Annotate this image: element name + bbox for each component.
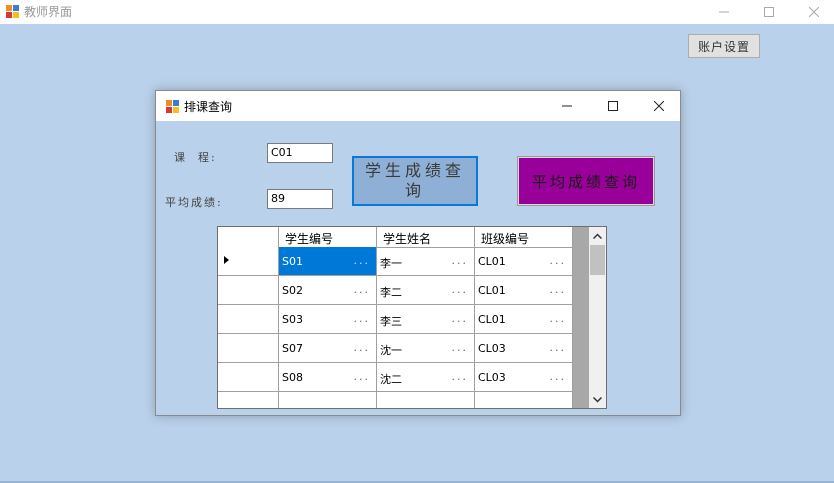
vertical-scrollbar[interactable] <box>589 227 606 408</box>
row-header[interactable] <box>218 363 279 392</box>
column-header[interactable]: 班级编号 <box>475 227 573 247</box>
row-header[interactable] <box>218 247 279 276</box>
close-button[interactable] <box>791 0 834 24</box>
minimize-button[interactable] <box>701 0 747 24</box>
table-cell[interactable]: 沈二... <box>377 363 475 392</box>
dialog-titlebar: 排课查询 <box>156 91 680 121</box>
account-settings-button[interactable]: 账户设置 <box>688 34 760 58</box>
grid-empty-area <box>573 227 589 408</box>
window-title: 教师界面 <box>24 5 73 19</box>
dialog-minimize-button[interactable] <box>544 91 590 121</box>
student-grid[interactable]: 学生编号 学生姓名 班级编号 S01... 李一... CL01... S02.… <box>217 226 607 409</box>
table-cell-partial[interactable] <box>377 392 475 408</box>
row-header[interactable] <box>218 276 279 305</box>
minimize-icon <box>562 105 572 107</box>
student-score-query-button[interactable]: 学生成绩查询 <box>352 156 478 206</box>
avg-score-query-button[interactable]: 平均成绩查询 <box>517 156 655 206</box>
dialog-app-icon <box>166 100 179 113</box>
chevron-up-icon <box>593 232 602 239</box>
table-cell-partial[interactable] <box>475 392 573 408</box>
schedule-query-dialog: 排课查询 课 程: C01 平均成绩: 89 学生成绩查询 平均成绩查询 学生编… <box>155 90 681 416</box>
app-icon <box>6 5 19 18</box>
column-header[interactable]: 学生姓名 <box>377 227 475 247</box>
table-cell[interactable]: S02... <box>279 276 377 305</box>
grid-corner-header <box>218 227 279 247</box>
close-icon <box>654 101 664 111</box>
table-cell[interactable]: 李二... <box>377 276 475 305</box>
table-cell[interactable]: CL01... <box>475 305 573 334</box>
table-cell[interactable]: S03... <box>279 305 377 334</box>
minimize-icon <box>719 11 729 13</box>
table-cell[interactable]: CL03... <box>475 334 573 363</box>
scroll-thumb[interactable] <box>590 245 605 275</box>
maximize-icon <box>764 7 774 17</box>
maximize-icon <box>608 101 618 111</box>
row-header[interactable] <box>218 392 279 408</box>
table-cell[interactable]: 李三... <box>377 305 475 334</box>
scroll-up-button[interactable] <box>589 227 606 244</box>
table-cell[interactable]: CL03... <box>475 363 573 392</box>
course-input[interactable]: C01 <box>267 143 333 163</box>
maximize-button[interactable] <box>746 0 792 24</box>
table-cell[interactable]: CL01... <box>475 247 573 276</box>
dialog-maximize-button[interactable] <box>590 91 636 121</box>
close-icon <box>809 7 819 17</box>
main-titlebar: 教师界面 <box>0 0 834 24</box>
scroll-down-button[interactable] <box>589 391 606 408</box>
avg-score-label: 平均成绩: <box>165 196 223 209</box>
table-cell-partial[interactable] <box>279 392 377 408</box>
avg-score-input[interactable]: 89 <box>267 189 333 209</box>
row-header[interactable] <box>218 334 279 363</box>
dialog-title: 排课查询 <box>184 100 233 114</box>
row-header[interactable] <box>218 305 279 334</box>
dialog-close-button[interactable] <box>636 91 682 121</box>
table-cell[interactable]: 李一... <box>377 247 475 276</box>
table-cell[interactable]: S08... <box>279 363 377 392</box>
table-cell[interactable]: 沈一... <box>377 334 475 363</box>
column-header[interactable]: 学生编号 <box>279 227 377 247</box>
chevron-down-icon <box>593 396 602 403</box>
table-cell[interactable]: S01... <box>279 247 377 276</box>
table-cell[interactable]: S07... <box>279 334 377 363</box>
table-cell[interactable]: CL01... <box>475 276 573 305</box>
grid-header: 学生编号 学生姓名 班级编号 <box>218 227 573 248</box>
course-label: 课 程: <box>174 151 217 164</box>
current-row-arrow-icon <box>224 256 229 264</box>
